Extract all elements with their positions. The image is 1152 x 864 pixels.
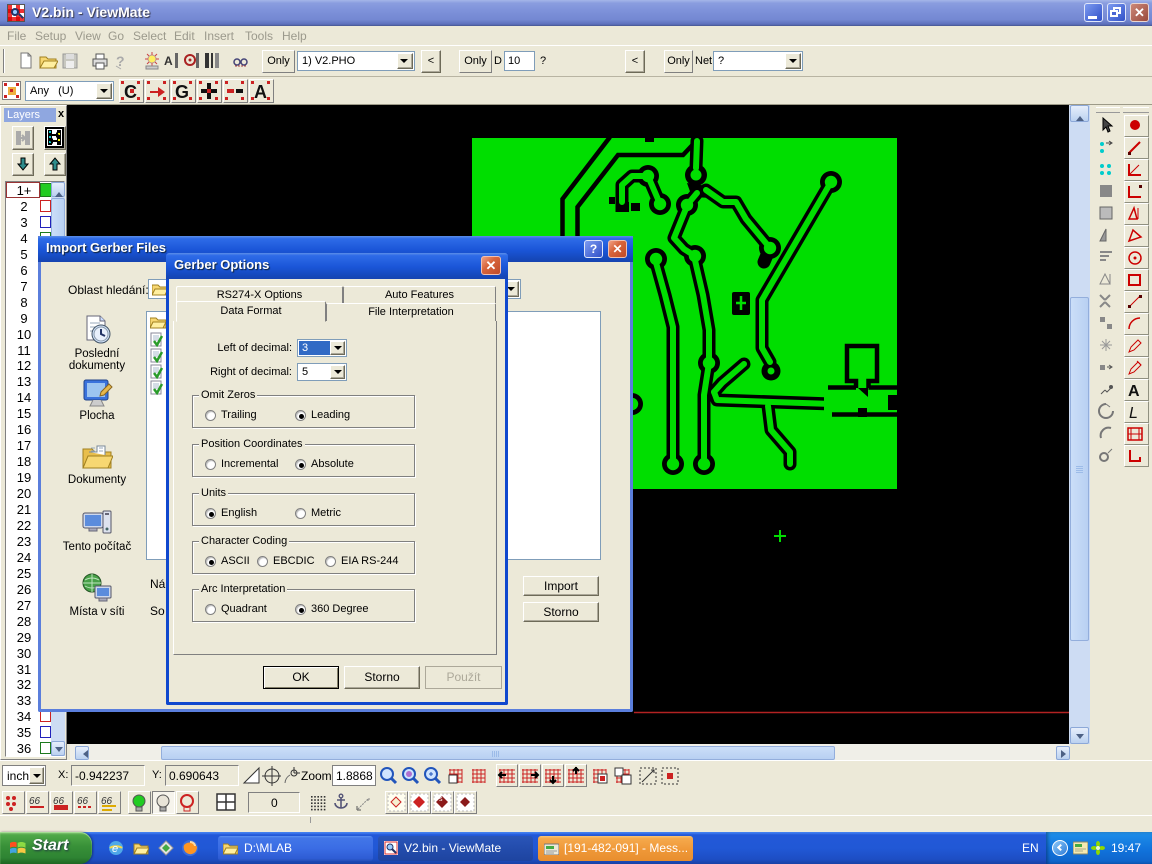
svg-text:66: 66 [29, 796, 41, 807]
svg-text:A: A [254, 82, 267, 102]
svg-text:A: A [164, 54, 173, 68]
svg-text:L: L [1129, 405, 1138, 422]
svg-text:s: s [439, 796, 443, 803]
svg-text:A: A [1128, 383, 1140, 400]
svg-text:G: G [175, 82, 189, 102]
svg-text:66: 66 [77, 796, 89, 807]
svg-text:e: e [112, 843, 118, 855]
